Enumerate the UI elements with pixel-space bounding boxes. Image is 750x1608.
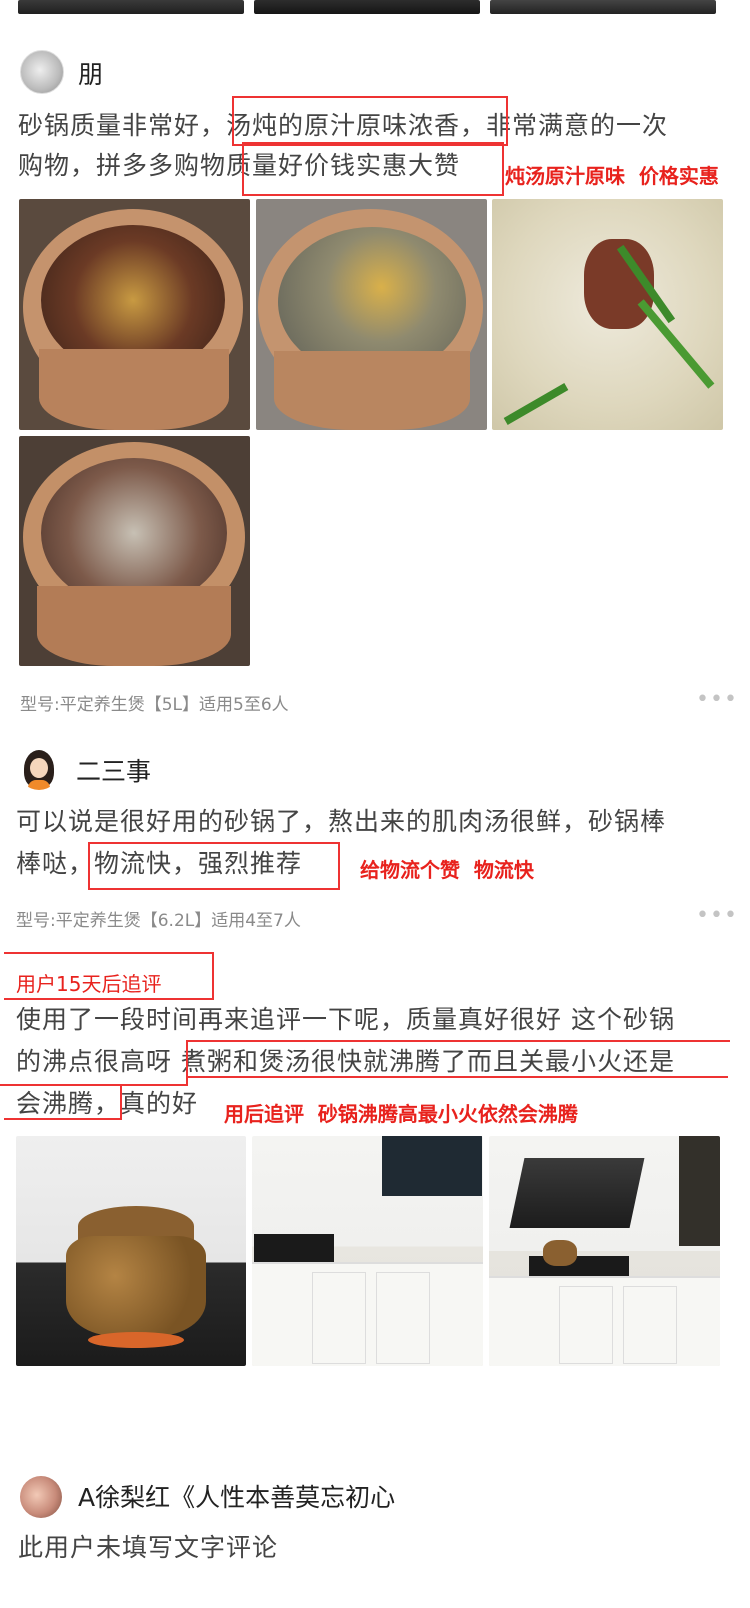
range-hood	[509, 1158, 645, 1228]
pot-body	[274, 351, 470, 430]
avatar[interactable]	[20, 1476, 62, 1518]
highlight-line	[120, 1086, 122, 1120]
username[interactable]: 二三事	[76, 752, 151, 788]
annotation-label: 用后追评 砂锅沸腾高最小火依然会沸腾	[224, 1102, 578, 1126]
green-onion	[503, 383, 569, 425]
review-text: 此用户未填写文字评论	[18, 1533, 279, 1562]
cabinet-door	[559, 1286, 613, 1364]
spec-label: 型号:平定养生煲【6.2L】适用4至7人	[16, 911, 301, 931]
followup-label: 用户15天后追评	[16, 972, 162, 996]
flame	[88, 1332, 184, 1348]
window	[382, 1136, 482, 1196]
review-photo[interactable]	[489, 1136, 720, 1366]
highlight-line	[4, 1118, 122, 1120]
pot-body	[39, 349, 229, 430]
avatar-shirt	[28, 780, 50, 790]
review-photo[interactable]	[19, 436, 250, 666]
window	[679, 1136, 720, 1246]
more-options-icon[interactable]: •••	[696, 903, 738, 928]
annotation-label: 炖汤原汁原味 价格实惠	[505, 164, 719, 188]
spec-label: 型号:平定养生煲【5L】适用5至6人	[20, 695, 289, 715]
highlight-box	[242, 142, 504, 196]
review-photo[interactable]	[19, 199, 250, 430]
clay-pot	[543, 1240, 577, 1266]
highlight-line	[186, 1040, 730, 1042]
top-photo-2[interactable]	[254, 0, 480, 14]
review-photo[interactable]	[256, 199, 487, 430]
pot-body	[37, 586, 231, 666]
username[interactable]: 朋	[78, 55, 103, 91]
highlight-line	[186, 1040, 188, 1086]
username[interactable]: A徐梨红《人性本善莫忘初心	[78, 1478, 395, 1514]
highlight-line	[188, 1076, 728, 1078]
review-photo[interactable]	[252, 1136, 483, 1366]
cabinet-door	[376, 1272, 430, 1364]
highlight-line	[4, 952, 214, 954]
highlight-box	[232, 96, 508, 146]
clay-pot-body	[66, 1236, 206, 1336]
more-options-icon[interactable]: •••	[696, 687, 738, 712]
top-photo-3[interactable]	[490, 0, 716, 14]
avatar[interactable]	[18, 748, 60, 790]
followup-text-line-1: 使用了一段时间再来追评一下呢，质量真好很好 这个砂锅	[16, 1005, 675, 1034]
annotation-label: 给物流个赞 物流快	[360, 858, 534, 882]
avatar-face	[30, 758, 48, 778]
stove	[254, 1234, 334, 1262]
highlight-line	[212, 952, 214, 1000]
cabinet	[252, 1262, 483, 1366]
review-text-line-1: 可以说是很好用的砂锅了，熬出来的肌肉汤很鲜，砂锅棒	[16, 807, 667, 836]
highlight-box	[88, 842, 340, 890]
review-photo[interactable]	[492, 199, 723, 430]
top-photo-1[interactable]	[18, 0, 244, 14]
green-onion	[637, 299, 715, 389]
avatar[interactable]	[20, 50, 64, 94]
cabinet-door	[312, 1272, 366, 1364]
cabinet-door	[623, 1286, 677, 1364]
highlight-line	[0, 1084, 188, 1086]
review-photo[interactable]	[16, 1136, 246, 1366]
